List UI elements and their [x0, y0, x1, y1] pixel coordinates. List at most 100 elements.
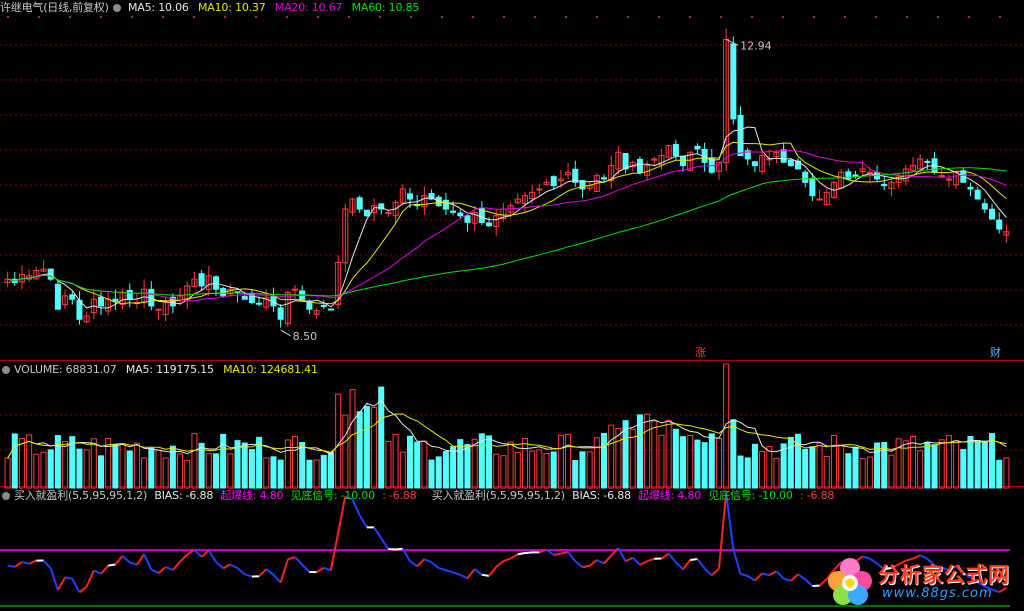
- bias-segment: [430, 561, 440, 569]
- volume-bar: [26, 434, 33, 489]
- volume-bar: [981, 440, 988, 489]
- bias-segment: [244, 573, 253, 578]
- bias-segment: [323, 566, 332, 572]
- watermark-logo: 分析家公式网 www.88gs.com: [822, 555, 1022, 609]
- volume-bar: [838, 445, 845, 489]
- bias-segment: [373, 526, 383, 539]
- zhang-marker: 涨: [695, 346, 706, 359]
- bias-segment: [775, 570, 785, 580]
- volume-bar: [421, 440, 428, 489]
- bias-segment: [108, 563, 116, 567]
- bias-segment: [200, 549, 210, 558]
- volume-bar: [694, 439, 701, 489]
- ma20-line: [7, 150, 1007, 302]
- stock-chart[interactable]: 12.94 8.50 涨 财: [0, 0, 1024, 611]
- bias-segment: [395, 547, 403, 551]
- bias-segment: [49, 568, 59, 591]
- marker-dot: [751, 16, 753, 18]
- candle-body: [406, 193, 414, 200]
- volume-bar: [428, 459, 435, 489]
- volume-bar: [212, 453, 219, 489]
- volume-bar: [744, 457, 751, 489]
- volume-bar: [18, 438, 25, 489]
- marker-dot: [596, 16, 598, 18]
- volume-bar: [76, 448, 83, 489]
- candle-body: [363, 209, 370, 217]
- bias-segment: [294, 556, 303, 566]
- volume-bar: [529, 450, 536, 489]
- bias-segment: [229, 563, 238, 569]
- volume-bar: [435, 456, 442, 489]
- extra-value: : -6.88: [382, 489, 417, 502]
- marker-dot: [658, 16, 660, 18]
- volume-bar: [809, 446, 816, 489]
- volume-bar: [960, 449, 967, 489]
- volume-bar: [608, 424, 615, 489]
- candle-body: [816, 198, 823, 201]
- volume-bar: [320, 454, 327, 489]
- volume-bar: [83, 449, 90, 489]
- candle-body: [730, 43, 737, 120]
- marker-dot: [410, 16, 412, 18]
- bias-segment: [675, 561, 684, 571]
- volume-bar: [953, 440, 960, 489]
- volume-bar: [148, 447, 155, 489]
- bias-segment: [459, 573, 468, 580]
- candle-body: [277, 307, 284, 320]
- volume-bar: [593, 437, 600, 489]
- volume-bar: [924, 441, 931, 489]
- bias-segment: [222, 563, 231, 570]
- volume-bar: [708, 433, 715, 489]
- volume-bar: [737, 455, 744, 489]
- candle-body: [945, 178, 952, 181]
- volume-bar: [543, 453, 550, 489]
- bias-segment: [783, 577, 792, 582]
- candle-body: [787, 159, 794, 167]
- volume-bar: [795, 433, 802, 489]
- candle-body: [69, 294, 76, 300]
- marker-dot: [472, 16, 474, 18]
- watermark-url: www.88gs.com: [882, 586, 993, 601]
- stock-title[interactable]: 许继电气(日线,前复权): [0, 1, 109, 14]
- bias-segment: [21, 561, 30, 565]
- candle-body: [256, 302, 263, 305]
- candle-body: [442, 199, 449, 210]
- volume-bar: [277, 459, 284, 489]
- settings-icon[interactable]: [2, 366, 10, 374]
- candle-body: [320, 304, 327, 307]
- candle-body: [241, 296, 248, 300]
- candle-body: [457, 212, 464, 217]
- indicator-legend: 买入就盈利(5,5,95,95,1,2) BIAS: -6.88 起爆线: 4.…: [0, 488, 840, 504]
- settings-icon[interactable]: [112, 4, 121, 12]
- bias-segment: [582, 564, 590, 569]
- settings-icon[interactable]: [2, 492, 10, 500]
- volume-bar: [450, 446, 457, 489]
- candle-body: [97, 296, 105, 307]
- volume-bar: [292, 436, 299, 489]
- candle-body: [126, 289, 133, 300]
- bias-segment: [409, 560, 418, 568]
- volume-bar: [586, 451, 593, 489]
- volume-bar: [536, 449, 543, 489]
- volume-bar: [263, 457, 270, 489]
- volume-bar: [119, 443, 126, 489]
- candle-body: [486, 222, 493, 227]
- volume-bar: [514, 451, 521, 489]
- volume-ma5-value: MA5: 119175.15: [125, 363, 214, 376]
- volume-bar: [306, 459, 313, 489]
- volume-bar: [859, 458, 866, 489]
- bias-segment: [71, 578, 81, 593]
- marker-dot: [968, 16, 970, 18]
- bias-segment: [754, 572, 763, 582]
- volume-bar: [636, 414, 643, 489]
- candle-body: [694, 145, 701, 150]
- bias-segment: [667, 553, 677, 563]
- volume-bar: [823, 455, 830, 489]
- bias-segment: [510, 553, 519, 560]
- candle-body: [680, 155, 687, 167]
- volume-bar: [665, 419, 672, 489]
- volume-bar: [945, 435, 952, 489]
- bias-segment: [452, 571, 461, 576]
- candle-body: [996, 219, 1003, 230]
- marker-dot: [7, 16, 9, 18]
